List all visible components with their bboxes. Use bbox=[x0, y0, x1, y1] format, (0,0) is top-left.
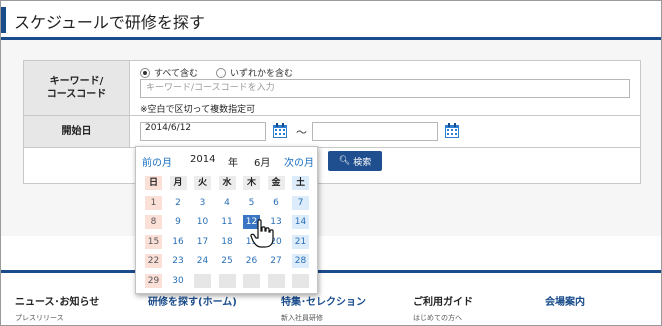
calendar-month: 6月 bbox=[254, 158, 271, 169]
match-mode-radios: すべて含む いずれかを含む bbox=[140, 66, 293, 79]
calendar-day-8[interactable]: 8 bbox=[145, 215, 162, 229]
date-from-input[interactable]: 2014/6/12 bbox=[140, 122, 266, 141]
calendar-day-11[interactable]: 11 bbox=[219, 215, 236, 229]
calendar-day-7[interactable]: 7 bbox=[292, 195, 309, 210]
calendar-empty-cell bbox=[194, 273, 211, 288]
calendar-day-3[interactable]: 3 bbox=[194, 196, 211, 210]
footer-venue-heading[interactable]: 会場案内 bbox=[545, 293, 585, 308]
calendar-day-16[interactable]: 16 bbox=[170, 235, 187, 249]
page-header: スケジュールで研修を探す bbox=[1, 1, 661, 37]
calendar-day-23[interactable]: 23 bbox=[170, 254, 187, 268]
weekday-header: 月 bbox=[169, 176, 187, 190]
footer-feature-heading[interactable]: 特集･セレクション bbox=[281, 293, 366, 308]
radio-any-button[interactable] bbox=[216, 67, 227, 78]
calendar-day-4[interactable]: 4 bbox=[219, 196, 236, 210]
calendar-day-17[interactable]: 17 bbox=[194, 235, 211, 249]
search-form-table: キーワード/ コースコード すべて含む いずれかを含む キーワード/コースコード… bbox=[23, 60, 641, 184]
weekday-header: 水 bbox=[218, 176, 236, 190]
calendar-day-1[interactable]: 1 bbox=[145, 195, 162, 210]
weekday-header: 金 bbox=[267, 176, 285, 190]
start-date-label: 開始日 bbox=[23, 115, 130, 148]
keyword-note: ※空白で区切って複数指定可 bbox=[140, 105, 256, 115]
calendar-from-icon[interactable] bbox=[272, 123, 288, 139]
calendar-day-21[interactable]: 21 bbox=[292, 234, 309, 249]
calendar-day-29[interactable]: 29 bbox=[145, 273, 162, 288]
keyword-cell: すべて含む いずれかを含む キーワード/コースコードを入力 ※空白で区切って複数… bbox=[129, 60, 641, 116]
browser-frame: スケジュールで研修を探す キーワード/ コースコード すべて含む いずれかを含む bbox=[0, 0, 662, 326]
next-month-link[interactable]: 次の月 bbox=[284, 154, 314, 169]
calendar-day-26[interactable]: 26 bbox=[243, 254, 260, 268]
hand-cursor-icon bbox=[250, 219, 274, 248]
calendar-empty-cell bbox=[292, 273, 309, 288]
keyword-placeholder: キーワード/コースコードを入力 bbox=[146, 83, 275, 93]
date-picker-popup: 前の月 2014 年 6月 次の月 日月火水木金土 1 2 3 4 5 6 7 8 9 10 11 12… bbox=[135, 146, 318, 294]
prev-month-link[interactable]: 前の月 bbox=[142, 154, 172, 169]
footer-nav: ニュース･お知らせ プレスリリース 研修を探す(ホーム) 特集･セレクション 新… bbox=[1, 273, 661, 325]
date-to-input[interactable] bbox=[312, 122, 438, 141]
weekday-header: 日 bbox=[145, 176, 162, 190]
calendar-day-30[interactable]: 30 bbox=[170, 274, 187, 288]
weekday-header: 火 bbox=[194, 176, 211, 190]
keyword-label: キーワード/ コースコード bbox=[23, 60, 130, 116]
search-form-area: キーワード/ コースコード すべて含む いずれかを含む キーワード/コースコード… bbox=[1, 40, 661, 236]
radio-all-label[interactable]: すべて含む bbox=[154, 66, 198, 79]
date-cell: 2014/6/12 ～ bbox=[129, 115, 641, 148]
calendar-day-18[interactable]: 18 bbox=[219, 235, 236, 249]
calendar-day-27[interactable]: 27 bbox=[268, 254, 285, 268]
calendar-day-24[interactable]: 24 bbox=[194, 254, 211, 268]
keyword-label-line2: コースコード bbox=[46, 89, 107, 100]
calendar-day-6[interactable]: 6 bbox=[268, 196, 285, 210]
calendar-empty-cell bbox=[243, 273, 260, 288]
calendar-empty-cell bbox=[218, 273, 236, 288]
radio-any-label[interactable]: いずれかを含む bbox=[230, 66, 293, 79]
footer-news-heading[interactable]: ニュース･お知らせ bbox=[15, 293, 99, 308]
calendar-day-25[interactable]: 25 bbox=[219, 254, 236, 268]
calendar-day-9[interactable]: 9 bbox=[170, 215, 187, 229]
footer-home-heading[interactable]: 研修を探す(ホーム) bbox=[148, 293, 237, 308]
calendar-header: 前の月 2014 年 6月 次の月 bbox=[136, 154, 319, 169]
search-button[interactable]: 🔍︎ 検索 bbox=[328, 151, 382, 171]
calendar-day-15[interactable]: 15 bbox=[145, 234, 162, 249]
search-button-label: 検索 bbox=[353, 157, 372, 168]
calendar-day-10[interactable]: 10 bbox=[194, 215, 211, 229]
footer-guide-heading[interactable]: ご利用ガイド bbox=[413, 293, 473, 308]
calendar-day-2[interactable]: 2 bbox=[170, 196, 187, 210]
calendar-day-28[interactable]: 28 bbox=[292, 254, 309, 268]
search-icon: 🔍︎ bbox=[338, 156, 351, 166]
radio-all-button[interactable] bbox=[140, 67, 150, 78]
weekday-header: 木 bbox=[243, 176, 260, 190]
calendar-year-unit: 年 bbox=[228, 158, 238, 169]
keyword-input[interactable]: キーワード/コースコードを入力 bbox=[140, 79, 630, 98]
footer-guide-link[interactable]: はじめての方へ bbox=[413, 313, 462, 323]
title-accent-bar bbox=[1, 7, 6, 33]
keyword-label-line1: キーワード/ bbox=[49, 76, 104, 87]
calendar-day-14[interactable]: 14 bbox=[292, 215, 309, 229]
search-row: 🔍︎ 検索 bbox=[23, 147, 641, 184]
weekday-header: 土 bbox=[292, 176, 309, 190]
calendar-to-icon[interactable] bbox=[444, 123, 460, 139]
calendar-day-5[interactable]: 5 bbox=[243, 196, 260, 210]
page-title: スケジュールで研修を探す bbox=[14, 13, 205, 32]
footer-feature-link[interactable]: 新入社員研修 bbox=[281, 313, 323, 323]
date-range-separator: ～ bbox=[296, 126, 307, 139]
calendar-day-22[interactable]: 22 bbox=[145, 254, 162, 268]
calendar-year: 2014 bbox=[190, 154, 216, 165]
footer-news-link[interactable]: プレスリリース bbox=[15, 313, 64, 323]
calendar-empty-cell bbox=[267, 273, 285, 288]
